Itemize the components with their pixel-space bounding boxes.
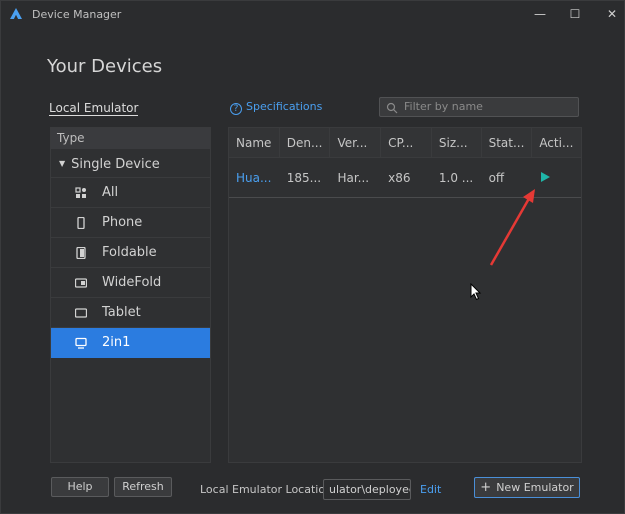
window-title: Device Manager <box>32 8 122 21</box>
plus-icon: + <box>480 479 492 495</box>
annotation-arrow-icon <box>489 189 535 266</box>
edit-link[interactable]: Edit <box>420 483 441 496</box>
device-type-sidebar: Type ▼ Single Device All Phone Foldable … <box>50 127 211 463</box>
cell-density: 185... <box>286 171 322 185</box>
sidebar-item-label: Foldable <box>102 245 157 260</box>
filter-box[interactable] <box>379 97 579 117</box>
tab-local-emulator[interactable]: Local Emulator <box>49 101 139 116</box>
column-header-version[interactable]: Ver... <box>330 128 382 157</box>
group-label: Single Device <box>71 157 160 172</box>
specifications-label: Specifications <box>246 100 323 113</box>
refresh-button[interactable]: Refresh <box>114 477 172 497</box>
sidebar-item-all[interactable]: All <box>51 178 210 208</box>
grid-icon <box>75 187 86 198</box>
column-header-name[interactable]: Name <box>229 128 280 157</box>
phone-icon <box>77 217 85 229</box>
sidebar-header: Type <box>51 128 210 149</box>
close-button[interactable]: ✕ <box>601 5 623 23</box>
sidebar-item-2in1[interactable]: 2in1 <box>51 328 210 358</box>
help-circle-icon: ? <box>230 103 242 115</box>
specifications-link[interactable]: ? Specifications <box>230 100 322 115</box>
location-label: Local Emulator Location: <box>200 483 336 496</box>
foldable-icon <box>76 247 86 259</box>
tablet-icon <box>75 308 87 318</box>
group-single-device[interactable]: ▼ Single Device <box>51 149 210 178</box>
cell-cpu: x86 <box>388 171 411 185</box>
sidebar-item-label: WideFold <box>102 275 162 290</box>
sidebar-item-label: Tablet <box>102 305 141 320</box>
column-header-actions[interactable]: Acti... <box>532 128 581 157</box>
table-header: Name Den... Ver... CP... Siz... Stat... … <box>229 128 581 158</box>
column-header-cpu[interactable]: CP... <box>381 128 432 157</box>
sidebar-item-foldable[interactable]: Foldable <box>51 238 210 268</box>
mouse-cursor-icon <box>470 283 482 301</box>
maximize-button[interactable]: ☐ <box>564 5 586 23</box>
column-header-density[interactable]: Den... <box>280 128 331 157</box>
page-title: Your Devices <box>47 56 163 77</box>
location-field[interactable]: ulator\deployed <box>323 479 411 500</box>
sidebar-item-label: Phone <box>102 215 143 230</box>
search-icon <box>386 102 398 114</box>
new-emulator-label: New Emulator <box>496 480 574 494</box>
column-header-size[interactable]: Siz... <box>432 128 482 157</box>
app-logo-icon <box>10 8 22 19</box>
minimize-button[interactable]: — <box>529 5 551 23</box>
sidebar-item-phone[interactable]: Phone <box>51 208 210 238</box>
help-button[interactable]: Help <box>51 477 109 497</box>
sidebar-item-tablet[interactable]: Tablet <box>51 298 210 328</box>
sidebar-item-widefold[interactable]: WideFold <box>51 268 210 298</box>
sidebar-item-label: All <box>102 185 119 200</box>
caret-down-icon: ▼ <box>59 159 66 168</box>
widefold-icon <box>75 278 87 288</box>
devices-table: Name Den... Ver... CP... Siz... Stat... … <box>228 127 582 463</box>
cell-version: Har... <box>337 171 370 185</box>
filter-input[interactable] <box>404 100 574 113</box>
sidebar-item-label: 2in1 <box>102 335 131 350</box>
cell-size: 1.0 ... <box>438 171 474 185</box>
play-icon[interactable] <box>539 171 551 183</box>
laptop-icon <box>75 337 87 349</box>
column-header-status[interactable]: Stat... <box>482 128 533 157</box>
title-bar: Device Manager — ☐ ✕ <box>1 1 624 29</box>
new-emulator-button[interactable]: + New Emulator <box>474 477 580 498</box>
cell-name: Hua... <box>236 171 272 185</box>
device-manager-window: Device Manager — ☐ ✕ Your Devices Local … <box>0 0 625 514</box>
